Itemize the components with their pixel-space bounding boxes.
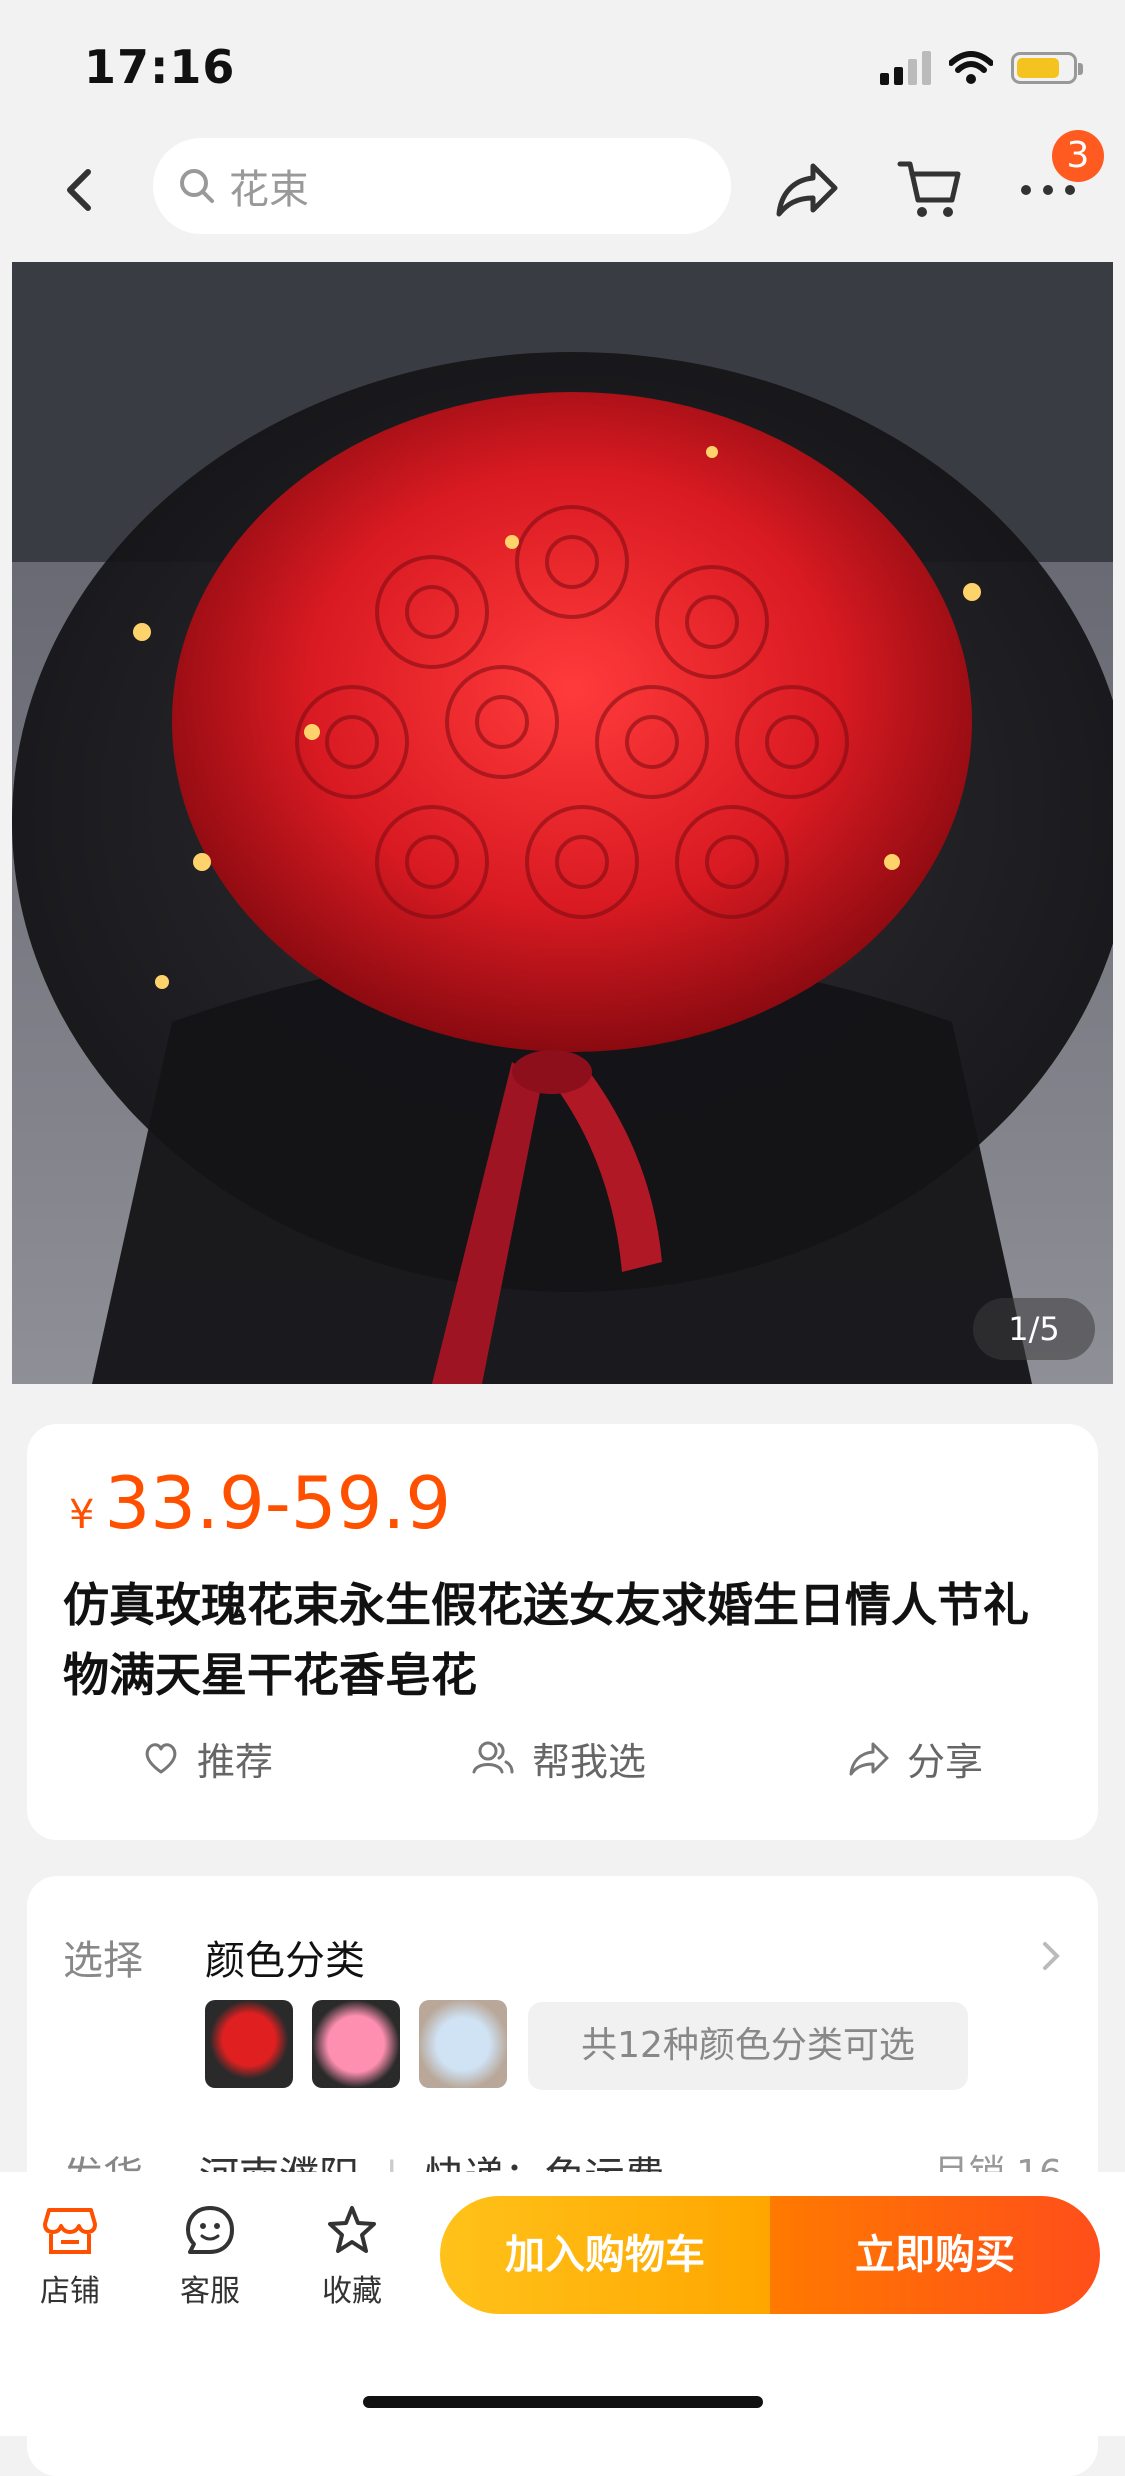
favorite-button[interactable]: 收藏	[302, 2204, 402, 2310]
variant-count-chip[interactable]: 共12种颜色分类可选	[528, 2002, 968, 2090]
search-placeholder: 花束	[229, 167, 309, 213]
search-icon	[180, 169, 214, 203]
price-range: 33.9-59.9	[104, 1461, 452, 1545]
star-icon	[328, 2206, 376, 2253]
message-badge: 3	[1052, 130, 1104, 182]
share-icon	[849, 1742, 889, 1776]
variant-thumb-red-roses[interactable]	[205, 2000, 293, 2088]
people-icon	[472, 1741, 514, 1774]
image-counter: 1/5	[973, 1298, 1095, 1360]
share-icon[interactable]	[775, 158, 841, 220]
heart-icon	[145, 1743, 177, 1774]
store-label: 店铺	[40, 2274, 100, 2309]
share-button[interactable]: 分享	[847, 1728, 983, 1788]
status-time: 17:16	[84, 40, 236, 94]
favorite-label: 收藏	[322, 2274, 382, 2309]
store-icon	[43, 2208, 97, 2254]
share-label: 分享	[907, 1739, 984, 1784]
price-card: ¥33.9-59.9 仿真玫瑰花束永生假花送女友求婚生日情人节礼物满天星干花香皂…	[27, 1424, 1098, 1840]
selection-label: 选择	[63, 1938, 143, 1984]
cellular-signal-icon	[880, 51, 931, 85]
battery-icon	[1011, 52, 1083, 84]
service-label: 客服	[180, 2274, 240, 2309]
home-indicator	[363, 2396, 763, 2408]
store-button[interactable]: 店铺	[20, 2204, 120, 2310]
customer-service-button[interactable]: 客服	[160, 2204, 260, 2310]
chevron-right-icon[interactable]	[1037, 1936, 1065, 1976]
buy-now-button[interactable]: 立即购买	[770, 2196, 1100, 2314]
variant-thumb-light-bouquet[interactable]	[419, 2000, 507, 2088]
status-icons	[880, 44, 1083, 92]
product-image[interactable]: 1/5	[12, 262, 1113, 1384]
color-category-selector[interactable]: 颜色分类	[205, 1928, 365, 1986]
price: ¥33.9-59.9	[69, 1458, 451, 1560]
wifi-icon	[949, 51, 993, 84]
back-button[interactable]	[50, 160, 110, 220]
help-choose-button[interactable]: 帮我选	[470, 1728, 646, 1788]
recommend-label: 推荐	[197, 1739, 274, 1784]
search-input[interactable]: 花束	[153, 138, 731, 234]
recommend-button[interactable]: 推荐	[141, 1728, 273, 1788]
bouquet-illustration	[12, 262, 1113, 1384]
variant-thumb-pink-roses[interactable]	[312, 2000, 400, 2088]
help-choose-label: 帮我选	[532, 1739, 647, 1784]
currency-symbol: ¥	[69, 1492, 95, 1538]
chat-face-icon	[186, 2206, 234, 2254]
add-to-cart-button[interactable]: 加入购物车	[440, 2196, 770, 2314]
cart-icon[interactable]	[896, 156, 962, 222]
product-title: 仿真玫瑰花束永生假花送女友求婚生日情人节礼物满天星干花香皂花	[63, 1578, 1029, 1702]
